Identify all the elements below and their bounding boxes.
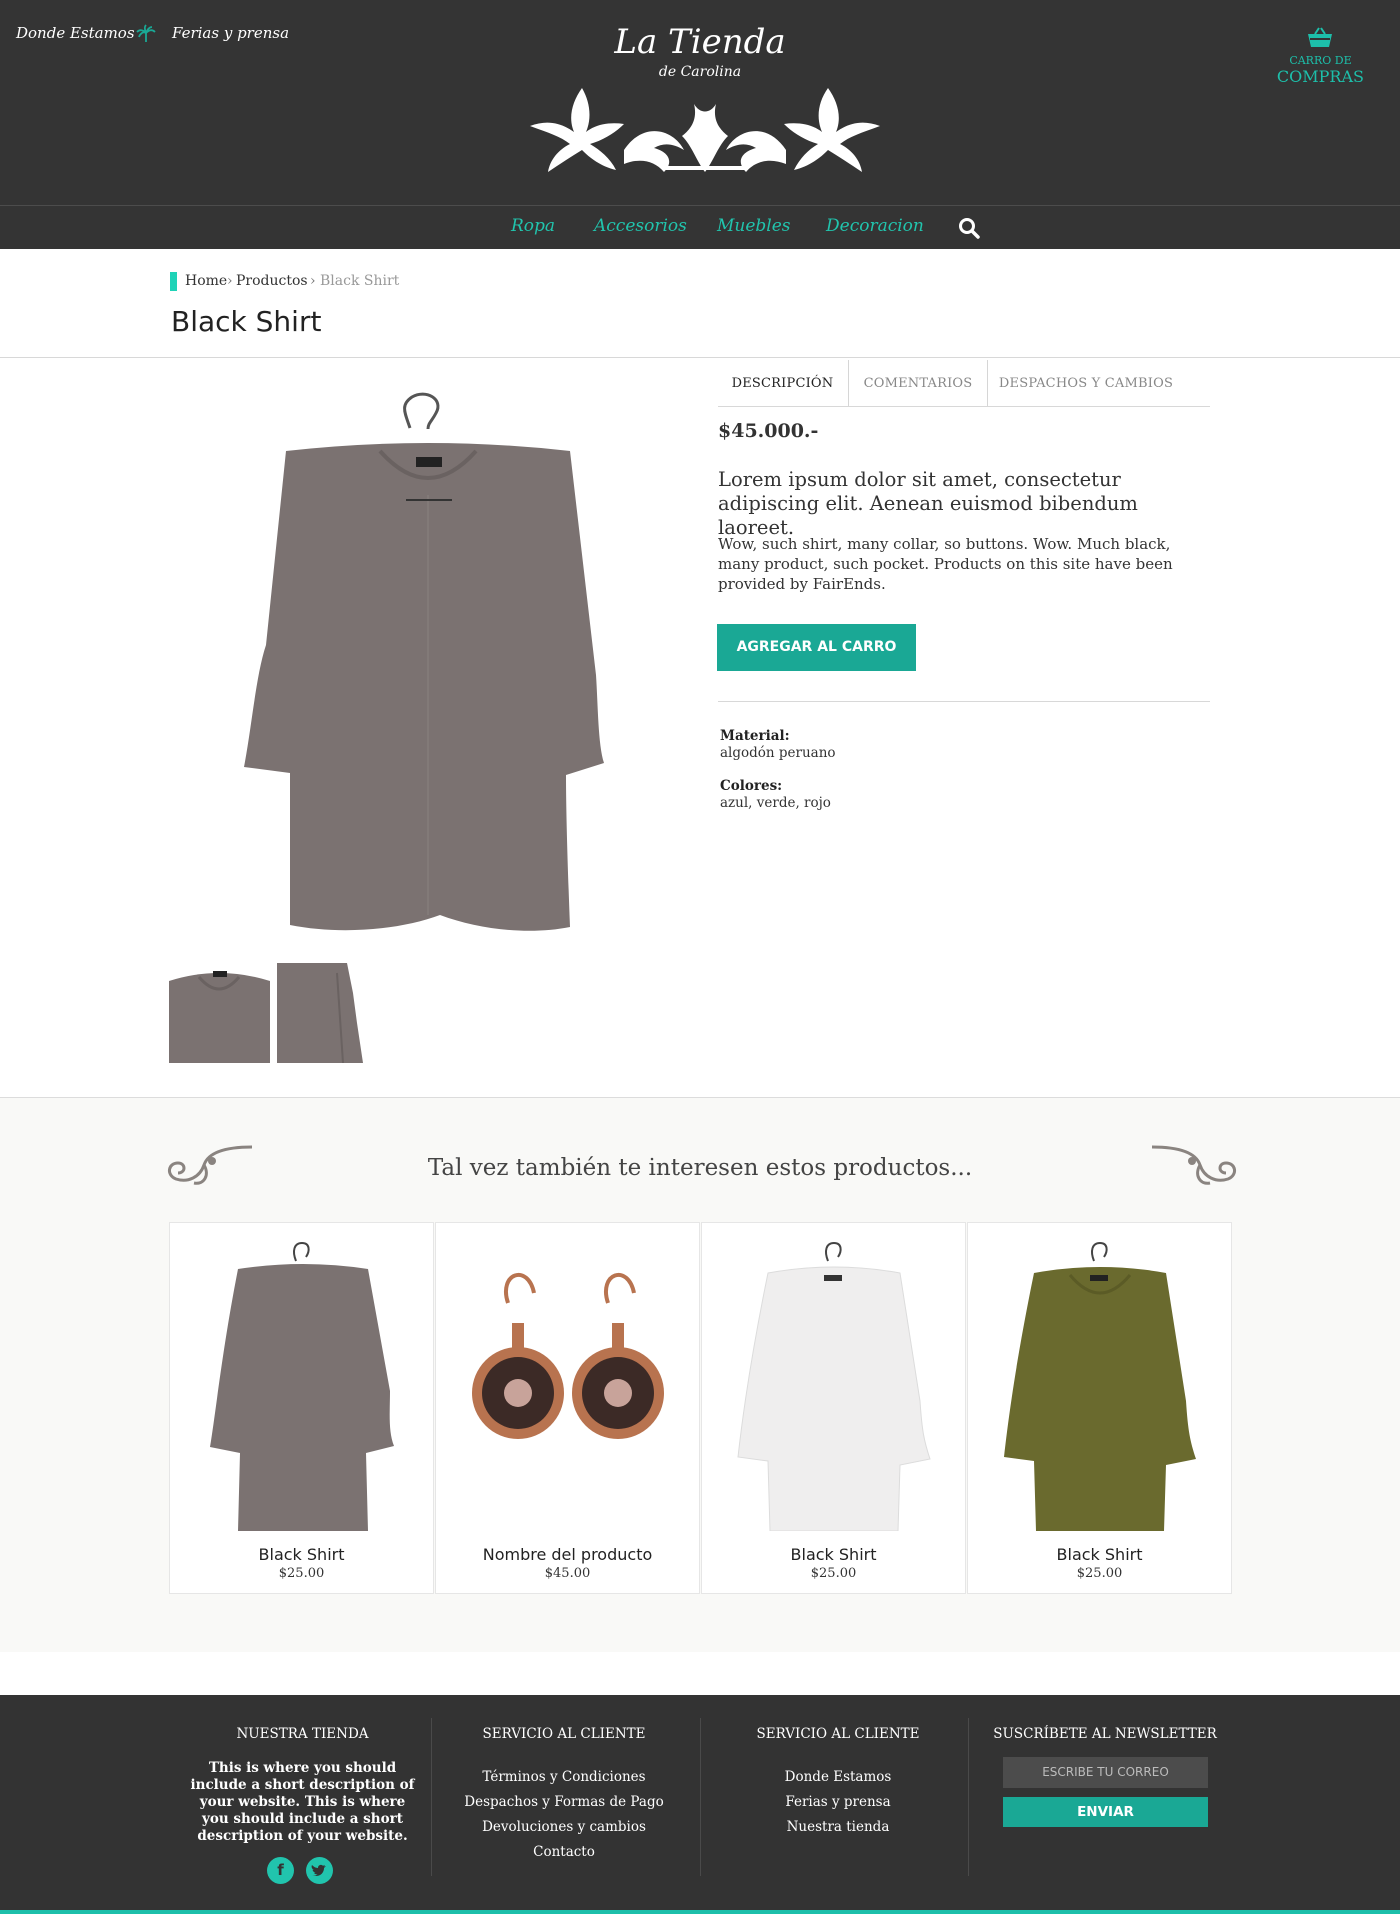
footer-separator bbox=[431, 1718, 432, 1876]
related-card-image[interactable] bbox=[458, 1263, 678, 1487]
nav-accesorios[interactable]: Accesorios bbox=[594, 216, 687, 236]
product-price: $45.000.- bbox=[718, 420, 819, 442]
specs-divider bbox=[718, 701, 1210, 702]
related-card-image[interactable] bbox=[198, 1231, 408, 1535]
footer-title-servicio-1: SERVICIO AL CLIENTE bbox=[482, 1726, 646, 1742]
product-description: Wow, such shirt, many collar, so buttons… bbox=[718, 535, 1173, 593]
cart-link[interactable]: CARRO DE COMPRAS bbox=[1277, 26, 1364, 86]
right-flourish-icon bbox=[1150, 1145, 1240, 1193]
related-card-1[interactable]: Black Shirt $25.00 bbox=[169, 1222, 434, 1594]
site-header: Donde Estamos Ferias y prensa La Tienda … bbox=[0, 0, 1400, 249]
tab-despachos[interactable]: DESPACHOS Y CAMBIOS bbox=[988, 360, 1184, 407]
related-card-2[interactable]: Nombre del producto $45.00 bbox=[435, 1222, 700, 1594]
related-card-image[interactable] bbox=[990, 1231, 1210, 1535]
footer-separator bbox=[968, 1718, 969, 1876]
footer-link-terminos[interactable]: Términos y Condiciones bbox=[444, 1769, 684, 1785]
tabs-underline bbox=[718, 406, 1210, 407]
breadcrumb-marker bbox=[170, 272, 177, 291]
related-card-image[interactable] bbox=[724, 1231, 944, 1535]
footer-separator bbox=[700, 1718, 701, 1876]
cart-label-line1: CARRO DE bbox=[1289, 54, 1352, 67]
nav-muebles[interactable]: Muebles bbox=[717, 216, 791, 236]
cart-label-line2: COMPRAS bbox=[1276, 67, 1364, 86]
nav-decoracion[interactable]: Decoracion bbox=[826, 216, 924, 236]
breadcrumb-separator: › bbox=[310, 273, 316, 289]
page-title: Black Shirt bbox=[171, 305, 322, 338]
related-card-price: $25.00 bbox=[1076, 1566, 1123, 1581]
newsletter-send-button[interactable]: ENVIAR bbox=[1003, 1797, 1208, 1827]
header-divider bbox=[0, 205, 1400, 206]
breadcrumb-separator: › bbox=[227, 273, 233, 289]
footer-description: This is where you should include a short… bbox=[190, 1760, 415, 1844]
title-divider bbox=[0, 357, 1400, 358]
footer-link-contacto[interactable]: Contacto bbox=[444, 1844, 684, 1860]
basket-icon bbox=[1277, 26, 1364, 50]
logo-ornament-icon bbox=[524, 80, 886, 180]
product-main-image[interactable] bbox=[230, 375, 610, 944]
nav-ropa[interactable]: Ropa bbox=[511, 216, 555, 236]
footer-link-nuestra-tienda[interactable]: Nuestra tienda bbox=[718, 1819, 958, 1835]
tab-comentarios[interactable]: COMENTARIOS bbox=[849, 360, 987, 407]
related-card-name[interactable]: Black Shirt bbox=[968, 1545, 1231, 1564]
thumbnail-2[interactable] bbox=[277, 963, 366, 1063]
related-card-price: $25.00 bbox=[810, 1566, 857, 1581]
footer-link-despachos[interactable]: Despachos y Formas de Pago bbox=[444, 1794, 684, 1810]
tab-descripcion[interactable]: DESCRIPCIÓN bbox=[717, 360, 848, 407]
related-card-price: $25.00 bbox=[278, 1566, 325, 1581]
related-card-name[interactable]: Black Shirt bbox=[170, 1545, 433, 1564]
related-card-3[interactable]: Black Shirt $25.00 bbox=[701, 1222, 966, 1594]
related-card-4[interactable]: Black Shirt $25.00 bbox=[967, 1222, 1232, 1594]
newsletter-email-input[interactable] bbox=[1003, 1757, 1208, 1788]
spec-label-material: Material: bbox=[720, 728, 790, 744]
footer-title-nuestra-tienda: NUESTRA TIENDA bbox=[236, 1726, 369, 1742]
footer-link-devoluciones[interactable]: Devoluciones y cambios bbox=[444, 1819, 684, 1835]
add-to-cart-button[interactable]: AGREGAR AL CARRO bbox=[717, 624, 916, 671]
breadcrumb-home[interactable]: Home bbox=[185, 273, 227, 289]
logo-subtitle: de Carolina bbox=[658, 64, 742, 80]
search-icon[interactable] bbox=[958, 217, 980, 243]
product-lead: Lorem ipsum dolor sit amet, consectetur … bbox=[718, 468, 1138, 539]
breadcrumb-productos[interactable]: Productos bbox=[236, 273, 308, 289]
related-card-name[interactable]: Black Shirt bbox=[702, 1545, 965, 1564]
footer-link-ferias[interactable]: Ferias y prensa bbox=[718, 1794, 958, 1810]
thumbnail-1[interactable] bbox=[169, 963, 270, 1063]
footer-title-servicio-2: SERVICIO AL CLIENTE bbox=[756, 1726, 920, 1742]
related-card-name[interactable]: Nombre del producto bbox=[436, 1545, 699, 1564]
spec-value-material: algodón peruano bbox=[720, 745, 836, 761]
spec-value-colores: azul, verde, rojo bbox=[720, 795, 831, 811]
twitter-icon[interactable] bbox=[306, 1857, 333, 1884]
facebook-icon[interactable]: f bbox=[267, 1857, 294, 1884]
footer-accent-bar bbox=[0, 1910, 1400, 1914]
footer-title-newsletter: SUSCRÍBETE AL NEWSLETTER bbox=[993, 1726, 1217, 1742]
breadcrumb-current: Black Shirt bbox=[320, 273, 400, 289]
related-card-price: $45.00 bbox=[544, 1566, 591, 1581]
footer-link-donde-estamos[interactable]: Donde Estamos bbox=[718, 1769, 958, 1785]
logo-title[interactable]: La Tienda bbox=[0, 22, 1400, 62]
spec-label-colores: Colores: bbox=[720, 778, 783, 794]
